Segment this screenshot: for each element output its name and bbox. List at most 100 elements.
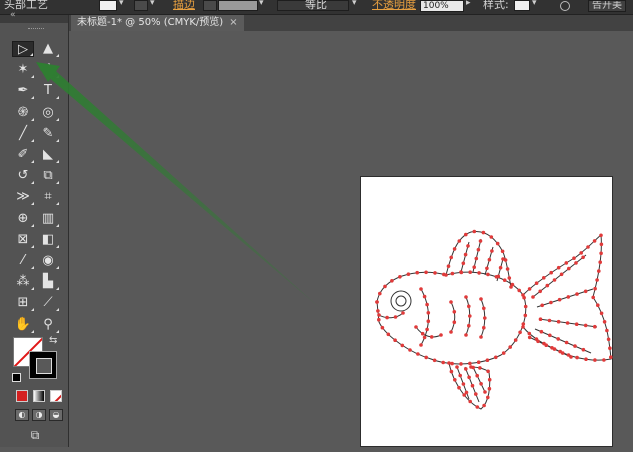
default-colors-icon[interactable] <box>12 373 21 382</box>
anchor-point[interactable] <box>386 332 391 337</box>
anchor-point[interactable] <box>393 315 398 319</box>
anchor-point[interactable] <box>449 300 453 304</box>
anchor-point[interactable] <box>452 247 457 251</box>
anchor-point[interactable] <box>467 375 471 380</box>
anchor-point[interactable] <box>539 329 544 334</box>
anchor-point[interactable] <box>547 318 552 323</box>
anchor-point[interactable] <box>459 362 463 366</box>
anchor-point[interactable] <box>468 361 472 366</box>
draw-normal-button[interactable]: ◐ <box>15 409 29 421</box>
canvas-area[interactable] <box>69 32 633 447</box>
stroke-swatch[interactable] <box>29 351 57 379</box>
anchor-point[interactable] <box>560 351 565 355</box>
anchor-point[interactable] <box>513 338 518 342</box>
anchor-point[interactable] <box>523 304 528 309</box>
anchor-point[interactable] <box>574 261 578 265</box>
anchor-point[interactable] <box>527 287 532 291</box>
anchor-point[interactable] <box>575 292 579 296</box>
zoom-tool[interactable]: ⚲ <box>37 317 59 333</box>
chart-tool[interactable]: ▥ <box>37 211 59 227</box>
anchor-point[interactable] <box>464 232 468 237</box>
anchor-point[interactable] <box>557 297 562 302</box>
anchor-point[interactable] <box>596 303 600 307</box>
anchor-point[interactable] <box>479 335 483 339</box>
chevron-down-icon[interactable]: ▾ <box>119 0 124 8</box>
anchor-point[interactable] <box>479 297 483 301</box>
swap-fill-stroke-icon[interactable]: ⇆ <box>49 335 57 346</box>
rotate-tool[interactable]: ↺ <box>12 168 34 185</box>
anchor-point[interactable] <box>581 255 585 260</box>
anchor-point[interactable] <box>383 284 387 289</box>
fish-artwork[interactable] <box>361 177 614 448</box>
anchor-point[interactable] <box>566 295 571 299</box>
anchor-point[interactable] <box>584 357 588 361</box>
anchor-point[interactable] <box>592 239 597 243</box>
anchor-point[interactable] <box>591 295 595 300</box>
anchor-point[interactable] <box>598 260 602 264</box>
anchor-point[interactable] <box>534 281 539 285</box>
anchor-point[interactable] <box>474 256 479 261</box>
anchor-point[interactable] <box>449 255 453 260</box>
blob-brush-tool[interactable]: ✐ <box>12 147 34 163</box>
panel-grip[interactable] <box>28 28 44 31</box>
anchor-point[interactable] <box>567 266 571 271</box>
anchor-point[interactable] <box>452 310 457 314</box>
anchor-point[interactable] <box>457 239 462 243</box>
anchor-point[interactable] <box>457 385 461 390</box>
anchor-point[interactable] <box>501 257 505 261</box>
anchor-point[interactable] <box>544 343 548 347</box>
chevron-down-icon[interactable]: ▾ <box>259 0 264 8</box>
mesh-tool[interactable]: ⊠ <box>12 232 34 248</box>
anchor-point[interactable] <box>467 304 471 309</box>
anchor-point[interactable] <box>593 286 597 291</box>
anchor-point[interactable] <box>564 340 569 345</box>
ellipse-tool[interactable]: ◎ <box>37 105 59 121</box>
anchor-point[interactable] <box>487 257 492 262</box>
anchor-point[interactable] <box>549 300 553 305</box>
anchor-point[interactable] <box>452 320 457 324</box>
anchor-point[interactable] <box>608 346 612 350</box>
anchor-point[interactable] <box>605 328 609 333</box>
anchor-point[interactable] <box>485 358 490 362</box>
chevron-down-icon[interactable]: ▾ <box>150 0 155 8</box>
anchor-point[interactable] <box>455 365 459 369</box>
free-transform-tool[interactable]: ⌗ <box>37 189 59 206</box>
anchor-point[interactable] <box>464 367 468 371</box>
anchor-point[interactable] <box>487 386 492 391</box>
anchor-point[interactable] <box>424 355 428 360</box>
anchor-point[interactable] <box>599 251 603 256</box>
spiral-tool[interactable]: ֍ <box>12 105 34 121</box>
anchor-point[interactable] <box>447 361 451 365</box>
anchor-point[interactable] <box>521 293 525 297</box>
anchor-point[interactable] <box>579 251 583 255</box>
anchor-point[interactable] <box>422 294 427 299</box>
anchor-point[interactable] <box>521 325 525 329</box>
anchor-point[interactable] <box>542 276 546 280</box>
shape-builder-tool[interactable]: ⊕ <box>12 211 34 227</box>
anchor-point[interactable] <box>408 348 412 352</box>
chevron-down-icon[interactable]: ▸ <box>466 0 471 8</box>
anchor-point[interactable] <box>406 272 411 276</box>
anchor-point[interactable] <box>486 395 490 400</box>
gradient-mode-button[interactable] <box>33 390 45 402</box>
anchor-point[interactable] <box>449 369 454 374</box>
opacity-field[interactable]: 100% <box>420 0 464 12</box>
anchor-point[interactable] <box>583 323 588 328</box>
anchor-point[interactable] <box>475 405 480 409</box>
anchor-point[interactable] <box>556 265 561 270</box>
gradient-tool[interactable]: ◧ <box>37 232 59 248</box>
anchor-point[interactable] <box>458 373 462 378</box>
anchor-point[interactable] <box>468 270 472 274</box>
anchor-point[interactable] <box>419 287 423 291</box>
anchor-point[interactable] <box>552 347 557 351</box>
anchor-point[interactable] <box>424 270 428 275</box>
close-icon[interactable]: × <box>229 17 237 28</box>
anchor-point[interactable] <box>385 315 389 320</box>
anchor-point[interactable] <box>464 333 468 337</box>
column-graph-tool[interactable]: ▙ <box>37 274 59 291</box>
anchor-point[interactable] <box>495 241 500 246</box>
selection-tool[interactable]: ▷ <box>12 41 34 57</box>
anchor-point[interactable] <box>549 270 553 275</box>
anchor-point[interactable] <box>450 271 455 276</box>
anchor-point[interactable] <box>545 283 550 288</box>
